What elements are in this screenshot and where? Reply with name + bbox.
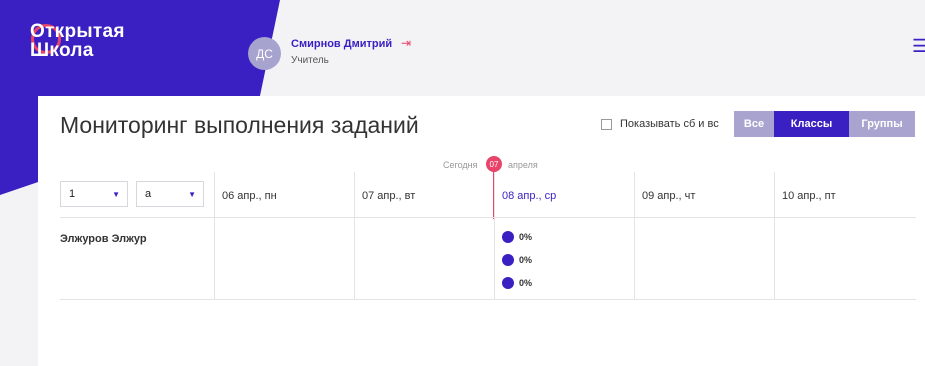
day-header: 10 апр., пт [782, 190, 836, 202]
chevron-down-icon: ▼ [112, 190, 120, 199]
day-header-today: 08 апр., ср [502, 190, 557, 202]
day-column-divider [494, 172, 495, 300]
monitoring-card: Мониторинг выполнения заданий Показывать… [38, 96, 925, 366]
today-month: апреля [508, 160, 538, 170]
header-divider [60, 217, 916, 218]
day-header: 06 апр., пн [222, 190, 277, 202]
tab-all[interactable]: Все [734, 111, 774, 137]
tab-groups[interactable]: Группы [849, 111, 915, 137]
progress-dot-icon [502, 277, 514, 289]
progress-dot-icon [502, 254, 514, 266]
progress-item[interactable]: 0% [502, 231, 532, 243]
today-label: Сегодня [443, 160, 478, 170]
progress-item[interactable]: 0% [502, 254, 532, 266]
show-weekend-label[interactable]: Показывать сб и вс [620, 118, 719, 130]
hamburger-icon[interactable]: ☰ [912, 36, 925, 57]
day-column-divider [354, 172, 355, 300]
logo-line1: Открытая [30, 21, 125, 42]
chevron-down-icon: ▼ [188, 190, 196, 199]
logo[interactable]: Открытая Школа [30, 22, 125, 60]
letter-select-value: а [145, 188, 152, 200]
day-header: 09 апр., чт [642, 190, 696, 202]
day-column-divider [214, 172, 215, 300]
user-role: Учитель [291, 55, 329, 66]
letter-select[interactable]: а ▼ [136, 181, 204, 207]
tab-classes[interactable]: Классы [774, 111, 849, 137]
progress-item[interactable]: 0% [502, 277, 532, 289]
grade-select[interactable]: 1 ▼ [60, 181, 128, 207]
student-name[interactable]: Элжуров Элжур [60, 233, 147, 245]
today-badge: 07 [486, 156, 502, 172]
day-column-divider [774, 172, 775, 300]
progress-dot-icon [502, 231, 514, 243]
day-header: 07 апр., вт [362, 190, 416, 202]
progress-percent: 0% [519, 278, 533, 288]
show-weekend-checkbox[interactable] [601, 119, 612, 130]
page-title: Мониторинг выполнения заданий [60, 112, 419, 138]
progress-percent: 0% [519, 255, 533, 265]
progress-percent: 0% [519, 232, 533, 242]
user-name[interactable]: Смирнов Дмитрий [291, 38, 392, 50]
logo-line2: Школа [30, 40, 94, 61]
day-column-divider [634, 172, 635, 300]
row-divider [60, 299, 916, 300]
avatar[interactable]: ДС [248, 37, 281, 70]
logout-icon[interactable]: ⇥ [401, 36, 411, 50]
grade-select-value: 1 [69, 188, 76, 200]
